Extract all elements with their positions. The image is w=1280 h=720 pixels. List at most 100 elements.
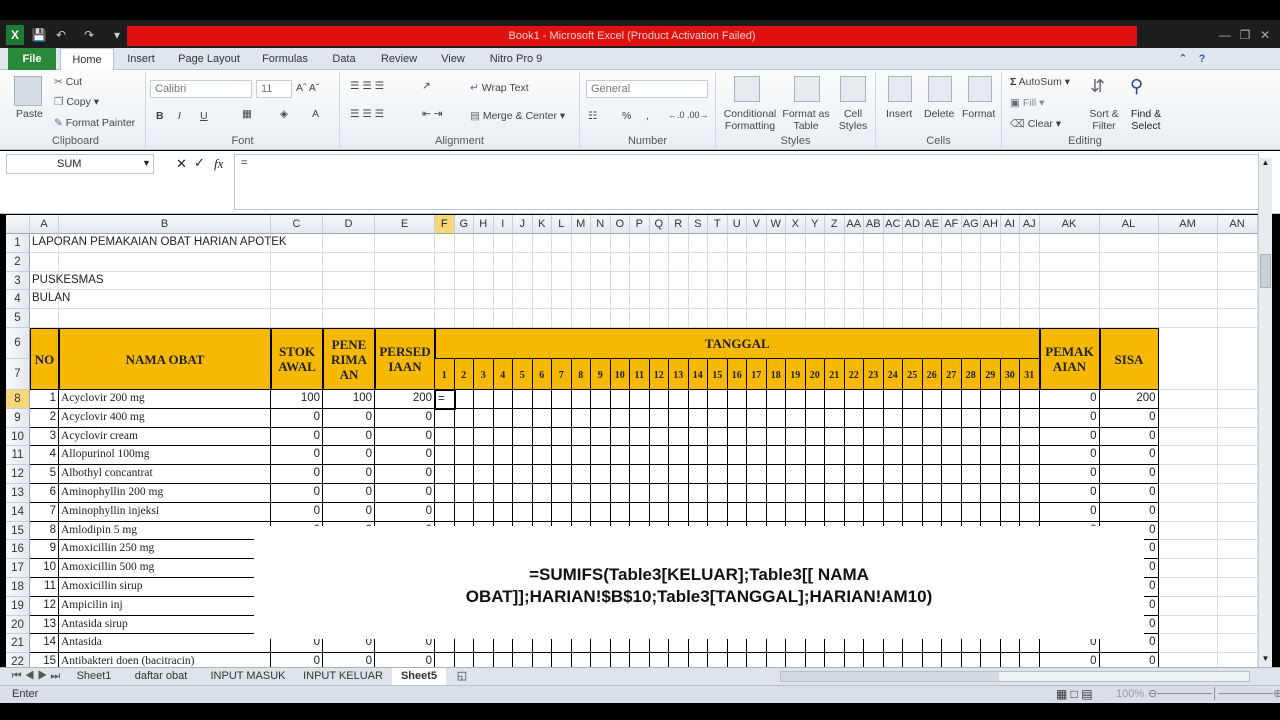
save-icon[interactable]: 💾 <box>30 25 48 45</box>
item-day-cell[interactable] <box>961 502 981 522</box>
cell-h1[interactable] <box>474 234 494 253</box>
item-day-cell[interactable] <box>903 484 923 503</box>
column-header-d[interactable]: D <box>323 215 375 234</box>
item-sisa[interactable]: 0 <box>1099 446 1159 466</box>
item-penerimaan[interactable]: 0 <box>323 484 375 503</box>
item-day-cell[interactable] <box>532 390 552 409</box>
item-day-cell[interactable] <box>513 653 533 668</box>
item-day-cell[interactable] <box>883 446 903 466</box>
item-day-cell[interactable] <box>591 408 611 428</box>
item-day-cell[interactable] <box>611 653 630 668</box>
cell-o1[interactable] <box>610 234 630 253</box>
row-header-15[interactable]: 15 <box>6 521 30 541</box>
item-stok-awal[interactable]: 0 <box>271 502 323 522</box>
column-header-h[interactable]: H <box>474 215 494 234</box>
item-persediaan[interactable]: 0 <box>375 502 435 522</box>
cell-i5[interactable] <box>493 309 513 328</box>
cell-y5[interactable] <box>805 309 825 328</box>
cell-u1[interactable] <box>727 234 747 253</box>
cell-f1[interactable] <box>435 234 455 253</box>
item-day-cell[interactable] <box>844 502 864 522</box>
comma-button[interactable]: , <box>646 110 649 122</box>
cell-w2[interactable] <box>766 252 786 272</box>
cell-aa5[interactable] <box>844 309 864 328</box>
item-day-cell[interactable] <box>649 465 669 484</box>
item-day-cell[interactable] <box>1000 484 1020 503</box>
cell-af2[interactable] <box>942 252 962 272</box>
cell-am10[interactable] <box>1158 427 1218 447</box>
item-day-cell[interactable] <box>552 446 572 466</box>
cell-ae1[interactable] <box>922 234 942 253</box>
cell-k1[interactable] <box>532 234 552 253</box>
item-day-cell[interactable] <box>513 484 533 503</box>
item-pemakaian[interactable]: 0 <box>1039 427 1100 447</box>
item-day-cell[interactable] <box>435 653 455 668</box>
conditional-formatting-button[interactable]: Conditional Formatting <box>718 108 782 132</box>
item-day-cell[interactable] <box>981 427 1001 447</box>
cell-ae2[interactable] <box>922 252 942 272</box>
item-day-cell[interactable] <box>942 653 962 668</box>
cell-ak1[interactable] <box>1039 234 1100 253</box>
row-header-12[interactable]: 12 <box>6 465 30 484</box>
report-title[interactable]: LAPORAN PEMAKAIAN OBAT HARIAN APOTEK <box>30 234 287 253</box>
item-no[interactable]: 3 <box>30 427 59 447</box>
cell-s3[interactable] <box>688 271 708 291</box>
cell-y1[interactable] <box>805 234 825 253</box>
cell-t5[interactable] <box>708 309 728 328</box>
bold-button[interactable]: B <box>156 110 164 122</box>
item-day-cell[interactable] <box>786 390 806 409</box>
column-header-v[interactable]: V <box>747 215 767 234</box>
item-day-cell[interactable] <box>766 446 786 466</box>
item-day-cell[interactable] <box>922 390 942 409</box>
item-day-cell[interactable] <box>1001 653 1020 668</box>
item-day-cell[interactable] <box>727 427 747 447</box>
item-penerimaan[interactable]: 0 <box>323 408 375 428</box>
cell-m1[interactable] <box>571 234 591 253</box>
number-format-combo[interactable]: General <box>586 80 708 98</box>
item-day-cell[interactable] <box>513 390 533 409</box>
cell-l4[interactable] <box>552 290 572 310</box>
item-persediaan[interactable]: 0 <box>375 465 435 484</box>
cell-styles-button[interactable]: Cell Styles <box>834 108 872 132</box>
cell-g5[interactable] <box>454 309 474 328</box>
column-header-m[interactable]: M <box>571 215 591 234</box>
row-header-3[interactable]: 3 <box>6 271 30 291</box>
row-header-10[interactable]: 10 <box>6 427 30 447</box>
item-day-cell[interactable] <box>961 427 981 447</box>
cell-an14[interactable] <box>1217 502 1258 522</box>
item-sisa[interactable]: 0 <box>1099 427 1159 447</box>
cell-am21[interactable] <box>1158 634 1218 654</box>
item-day-cell[interactable] <box>825 408 845 428</box>
item-day-cell[interactable] <box>708 502 728 522</box>
item-nama-obat[interactable]: Antasida <box>59 634 271 654</box>
item-day-cell[interactable] <box>981 653 1001 668</box>
scroll-up-icon[interactable]: ▲ <box>1260 158 1271 170</box>
item-day-cell[interactable] <box>825 502 845 522</box>
paste-button[interactable]: Paste <box>16 108 43 120</box>
item-day-cell[interactable] <box>572 653 591 668</box>
cell-f3[interactable] <box>435 271 455 291</box>
cell-an17[interactable] <box>1217 559 1258 578</box>
row-header-9[interactable]: 9 <box>6 408 30 428</box>
item-day-cell[interactable] <box>981 484 1001 503</box>
cell-r4[interactable] <box>669 290 689 310</box>
column-header-n[interactable]: N <box>591 215 611 234</box>
item-sisa[interactable]: 0 <box>1100 653 1159 668</box>
cell-am18[interactable] <box>1158 578 1218 597</box>
item-day-cell[interactable] <box>903 653 923 668</box>
item-pemakaian[interactable]: 0 <box>1040 653 1100 668</box>
item-stok-awal[interactable]: 0 <box>271 446 323 466</box>
cell-k4[interactable] <box>532 290 552 310</box>
item-day-cell[interactable] <box>747 427 767 447</box>
cell-ac5[interactable] <box>883 309 903 328</box>
item-day-cell[interactable] <box>747 653 767 668</box>
cell-al5[interactable] <box>1099 309 1159 328</box>
item-day-cell[interactable] <box>630 502 650 522</box>
close-icon[interactable]: ✕ <box>1256 25 1274 45</box>
column-header-g[interactable]: G <box>454 215 474 234</box>
item-day-cell[interactable] <box>727 465 747 484</box>
item-nama-obat[interactable]: Acyclovir cream <box>59 427 271 447</box>
item-day-cell[interactable] <box>922 446 942 466</box>
item-no[interactable]: 10 <box>30 559 59 578</box>
item-day-cell[interactable] <box>961 484 981 503</box>
